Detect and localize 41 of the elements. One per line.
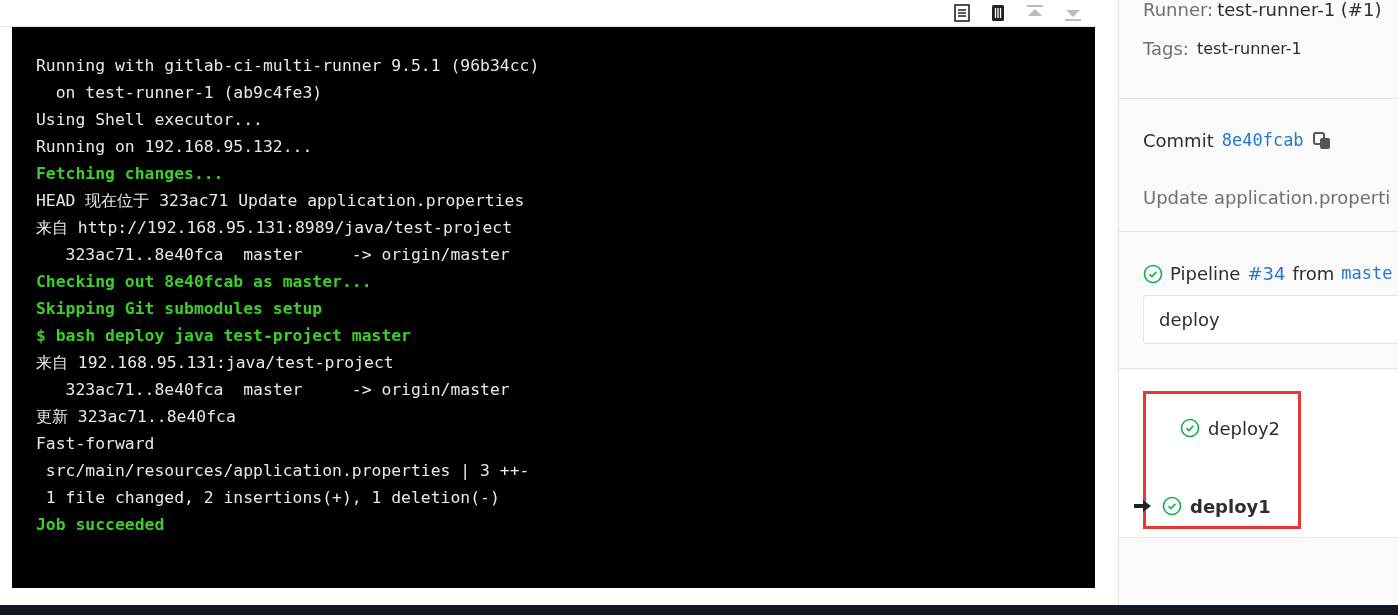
log-line: Running on 192.168.95.132... xyxy=(36,136,313,158)
log-line: Job succeeded xyxy=(36,514,165,536)
job-item[interactable]: deploy1 xyxy=(1128,486,1298,526)
pipeline-link[interactable]: #34 xyxy=(1247,260,1286,287)
tags-label: Tags: xyxy=(1143,37,1189,61)
copy-icon[interactable] xyxy=(1311,130,1332,151)
commit-label: Commit xyxy=(1143,129,1214,153)
log-line: HEAD 现在位于 323ac71 Update application.properties xyxy=(36,190,525,212)
from-label: from xyxy=(1292,262,1335,286)
log-line: src/main/resources/application.properties | 3 ++- xyxy=(44,460,530,482)
runner-label: Runner: xyxy=(1143,0,1214,22)
log-line: Skipping Git submodules setup xyxy=(36,298,323,320)
commit-message: Update application.properti xyxy=(1143,186,1392,210)
success-icon xyxy=(1180,418,1200,438)
success-icon xyxy=(1143,263,1163,284)
log-line: Fast-forward xyxy=(36,433,155,455)
log-line: 323ac71..8e40fca master -> origin/master xyxy=(64,244,510,266)
raw-log-icon[interactable] xyxy=(953,4,971,22)
log-line: Running with gitlab-ci-multi-runner 9.5.1 (96b34cc) xyxy=(36,55,540,77)
log-line: 1 file changed, 2 insertions(+), 1 deletion(-) xyxy=(44,487,500,509)
commit-link[interactable]: 8e40fcab xyxy=(1221,127,1304,154)
log-line: 323ac71..8e40fca master -> origin/master xyxy=(64,379,510,401)
log-line: Checking out 8e40fcab as master... xyxy=(36,271,372,293)
arrow-icon xyxy=(1134,499,1152,513)
stage-dropdown[interactable]: deploy xyxy=(1143,295,1398,344)
log-line: 来自 http://192.168.95.131:8989/java/test-project xyxy=(36,217,513,239)
tag-label: test-runner-1 xyxy=(1196,37,1302,60)
log-line: Using Shell executor... xyxy=(36,109,263,131)
log-line: on test-runner-1 (ab9c4fe3) xyxy=(54,82,323,104)
success-icon xyxy=(1162,496,1182,516)
job-name: deploy2 xyxy=(1208,416,1281,441)
job-item[interactable]: deploy2 xyxy=(1146,408,1298,448)
pipeline-label: Pipeline xyxy=(1170,262,1241,286)
log-line: Fetching changes... xyxy=(36,163,224,185)
runner-name: test-runner-1 (#1) xyxy=(1217,0,1382,22)
branch-link[interactable]: maste xyxy=(1341,260,1393,287)
log-line: 更新 323ac71..8e40fca xyxy=(36,406,236,428)
log-line: $ bash deploy java test-project master xyxy=(36,325,411,347)
log-line: 来自 192.168.95.131:java/test-project xyxy=(36,352,394,374)
job-name: deploy1 xyxy=(1190,494,1271,519)
trash-icon[interactable] xyxy=(989,4,1007,22)
